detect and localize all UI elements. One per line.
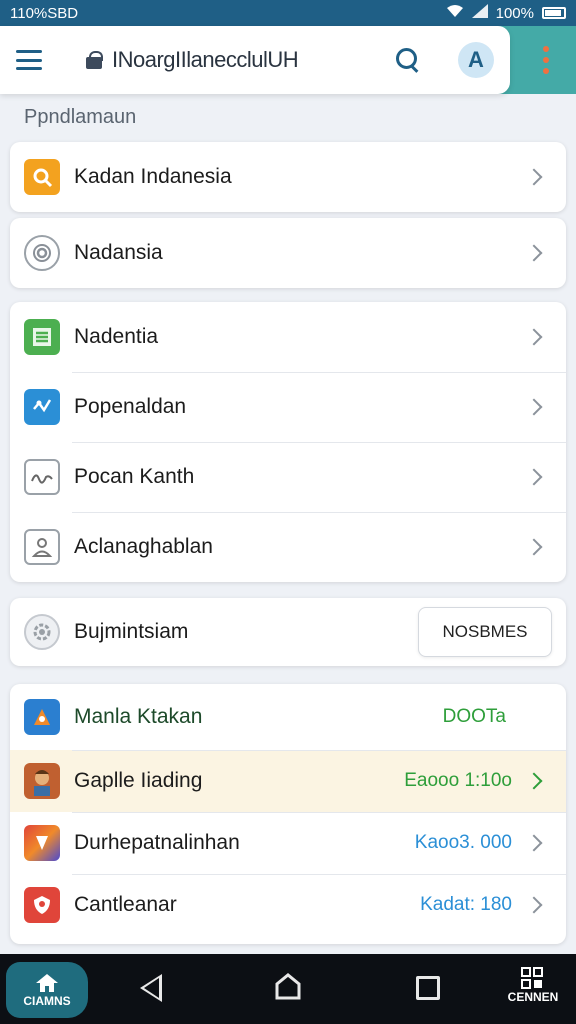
chevron-right-icon xyxy=(525,834,543,852)
settings-card-4: Bujmintsiam NOSBMES xyxy=(10,598,566,666)
more-options-icon[interactable] xyxy=(542,46,550,74)
list-item[interactable]: Gaplle Iiading Eaooo 1:10o xyxy=(10,750,566,812)
shield-icon xyxy=(24,887,60,923)
at-sign-icon xyxy=(24,235,60,271)
navigation-bar: CIAMNS CENNEN xyxy=(0,954,576,1024)
list-item-label: Durhepatnalinhan xyxy=(74,831,240,854)
list-item-value: Kadat: 180 xyxy=(420,894,512,915)
battery-percent: 100% xyxy=(495,4,534,22)
battery-icon xyxy=(542,7,566,19)
list-item[interactable]: Kadan Indanesia xyxy=(10,142,566,212)
list-item: Bujmintsiam NOSBMES xyxy=(10,598,566,666)
wifi-icon xyxy=(446,4,464,22)
list-item-value: Kaoo3. 000 xyxy=(414,832,512,853)
chevron-right-icon xyxy=(525,772,543,790)
list-item[interactable]: Pocan Kanth xyxy=(10,442,566,512)
app-title: INoargIIlanecclulUH xyxy=(112,47,299,72)
home-icon xyxy=(36,974,58,992)
back-icon[interactable] xyxy=(140,974,162,1002)
list-item[interactable]: Nadansia xyxy=(10,218,566,288)
list-item-label: Aclanaghablan xyxy=(74,535,213,558)
share-icon xyxy=(24,389,60,425)
settings-card-3: Nadentia Popenaldan Pocan Kanth Aclanagh… xyxy=(10,302,566,582)
phone-icon xyxy=(24,159,60,195)
chevron-right-icon xyxy=(525,398,543,416)
more-button[interactable]: CENNEN xyxy=(500,966,566,1004)
gear-icon xyxy=(24,614,60,650)
chevron-right-icon xyxy=(525,538,543,556)
status-time: 110%SBD xyxy=(10,4,79,22)
grid-icon xyxy=(521,967,543,989)
more-label: CENNEN xyxy=(507,990,559,1004)
action-button[interactable]: NOSBMES xyxy=(418,607,552,657)
lock-icon xyxy=(86,51,103,69)
list-item-label: Gaplle Iiading xyxy=(74,769,203,792)
list-item-label: Kadan Indanesia xyxy=(74,165,232,188)
person-icon xyxy=(24,529,60,565)
list-item[interactable]: Popenaldan xyxy=(10,372,566,442)
app-icon xyxy=(24,699,60,735)
list-item-value: DOOTa xyxy=(442,706,506,727)
list-item-value: Eaooo 1:10o xyxy=(404,770,512,791)
avatar[interactable]: A xyxy=(458,42,494,78)
home-label: CIAMNS xyxy=(23,994,71,1008)
document-list-icon xyxy=(24,319,60,355)
apps-card: Manla Ktakan DOOTa Gaplle Iiading Eaooo … xyxy=(10,684,566,944)
search-icon[interactable] xyxy=(396,48,420,72)
chevron-right-icon xyxy=(525,468,543,486)
list-item[interactable]: Durhepatnalinhan Kaoo3. 000 xyxy=(10,812,566,874)
chevron-right-icon xyxy=(525,328,543,346)
list-item-label: Cantleanar xyxy=(74,893,177,916)
list-item[interactable]: Aclanaghablan xyxy=(10,512,566,582)
app-icon xyxy=(24,825,60,861)
list-item[interactable]: Cantleanar Kadat: 180 xyxy=(10,874,566,936)
list-item-label: Bujmintsiam xyxy=(74,620,189,643)
chevron-right-icon xyxy=(525,168,543,186)
list-item[interactable]: Nadentia xyxy=(10,302,566,372)
list-item-label: Nadentia xyxy=(74,325,159,348)
menu-icon[interactable] xyxy=(16,50,42,70)
chevron-right-icon xyxy=(525,244,543,262)
section-header: Ppndlamaun xyxy=(24,106,137,128)
list-item-label: Pocan Kanth xyxy=(74,465,195,488)
signal-icon xyxy=(471,4,488,22)
home-circle-icon[interactable] xyxy=(274,972,302,1002)
app-bar: INoargIIlanecclulUH A xyxy=(0,26,510,94)
chevron-right-icon xyxy=(525,896,543,914)
recents-icon[interactable] xyxy=(416,976,440,1000)
signature-icon xyxy=(24,459,60,495)
settings-card-1: Kadan Indanesia xyxy=(10,142,566,212)
list-item[interactable]: Manla Ktakan DOOTa xyxy=(10,684,566,750)
list-item-label: Nadansia xyxy=(74,241,163,264)
settings-card-2: Nadansia xyxy=(10,218,566,288)
profile-photo-icon xyxy=(24,763,60,799)
home-button[interactable]: CIAMNS xyxy=(6,962,88,1018)
list-item-label: Popenaldan xyxy=(74,395,187,418)
list-item-label: Manla Ktakan xyxy=(74,705,203,728)
status-bar: 110%SBD 100% xyxy=(0,0,576,26)
